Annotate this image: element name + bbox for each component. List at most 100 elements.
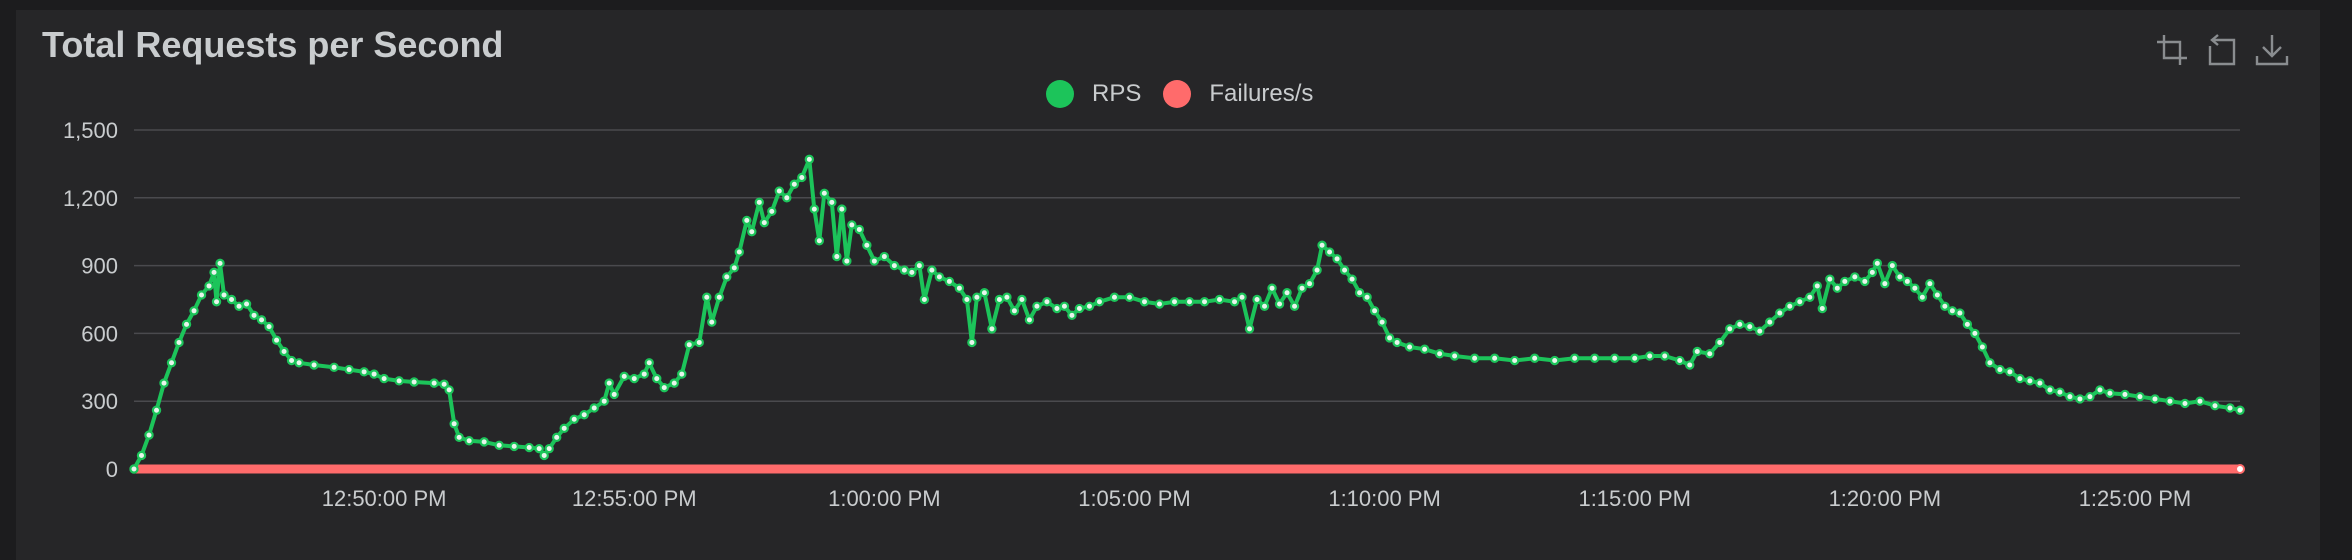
- rps-point: [987, 324, 997, 334]
- rps-point: [889, 260, 900, 271]
- rps-point: [552, 432, 562, 443]
- rps-point: [899, 265, 910, 275]
- rps-point: [1685, 360, 1695, 370]
- rps-point: [494, 440, 504, 450]
- rps-point: [1977, 342, 1988, 352]
- rps-point: [286, 355, 297, 366]
- rps-point: [1109, 292, 1120, 302]
- rps-point: [2120, 389, 2130, 400]
- rps-point: [1692, 346, 1702, 357]
- rps-point: [1705, 349, 1715, 359]
- rps-point: [714, 292, 724, 302]
- rps-point: [782, 193, 792, 203]
- rps-point: [429, 378, 439, 388]
- rps-point: [814, 236, 825, 246]
- rps-point: [2235, 405, 2245, 415]
- rps-point: [1985, 358, 1995, 368]
- rps-point: [842, 256, 852, 266]
- rps-point: [854, 224, 865, 235]
- rps-point: [136, 450, 147, 461]
- rps-point: [619, 371, 629, 382]
- rps-point: [2065, 391, 2075, 402]
- rps-point: [1962, 319, 1973, 330]
- rps-point: [181, 319, 192, 330]
- rps-point: [1032, 301, 1042, 311]
- rps-point: [174, 337, 184, 348]
- rps-point: [1392, 337, 1402, 348]
- rps-point: [1312, 265, 1322, 275]
- rps-point: [1785, 301, 1795, 311]
- rps-point: [544, 443, 554, 454]
- rps-point: [1755, 326, 1765, 336]
- rps-point: [1840, 276, 1850, 287]
- rps-point: [1274, 299, 1285, 309]
- y-tick-label: 900: [81, 254, 118, 279]
- rps-point: [1932, 290, 1943, 300]
- rps-point: [2150, 394, 2160, 404]
- rps-point: [1124, 292, 1135, 302]
- rps-point: [1917, 292, 1928, 302]
- rps-point: [1630, 353, 1640, 363]
- rps-point: [1354, 288, 1365, 298]
- rps-point: [1347, 274, 1357, 284]
- rps-point: [1902, 276, 1913, 287]
- rps-point: [2035, 378, 2045, 388]
- rps-point: [1549, 355, 1560, 366]
- rps-point: [797, 172, 807, 183]
- rps-point: [479, 437, 489, 447]
- rps-point: [1795, 297, 1805, 307]
- chart-panel: Total Requests per Second RPS Failures/s…: [16, 10, 2320, 560]
- rps-point: [1880, 278, 1890, 289]
- rps-point: [2210, 401, 2220, 411]
- rps-point: [1304, 278, 1315, 289]
- rps-point: [702, 292, 712, 302]
- rps-point: [444, 385, 454, 395]
- rps-point: [1184, 297, 1195, 307]
- rps-point: [2180, 398, 2190, 409]
- rps-point: [754, 197, 764, 208]
- rps-point: [862, 240, 872, 250]
- rps-point: [747, 226, 757, 237]
- failures-point: [2235, 464, 2245, 474]
- rps-point: [819, 188, 830, 198]
- rps-point: [639, 369, 649, 379]
- rps-point: [809, 204, 820, 214]
- rps-point: [256, 315, 267, 325]
- rps-point: [967, 337, 977, 348]
- rps-point: [1009, 306, 1020, 316]
- rps-point: [789, 179, 800, 189]
- rps-point: [1895, 272, 1905, 282]
- rps-point: [1404, 342, 1415, 352]
- rps-point: [994, 294, 1005, 305]
- rps-point: [2075, 394, 2085, 404]
- rps-point: [2005, 367, 2015, 377]
- rps-point: [1850, 272, 1860, 282]
- rps-point: [2165, 396, 2175, 406]
- rps-point: [914, 260, 925, 271]
- rps-point: [234, 301, 244, 311]
- rps-point: [579, 410, 589, 420]
- rps-point: [1817, 303, 1828, 314]
- rps-point: [209, 267, 219, 278]
- rps-point: [1910, 283, 1920, 293]
- rps-point: [1970, 328, 1980, 339]
- x-tick-label: 1:25:00 PM: [2079, 486, 2192, 511]
- rps-point: [869, 256, 880, 266]
- rps-point: [344, 364, 354, 375]
- rps-point: [944, 276, 955, 287]
- rps-point: [979, 288, 990, 298]
- rps-point: [1940, 301, 1950, 311]
- rps-point: [954, 283, 965, 293]
- y-tick-label: 0: [106, 457, 118, 482]
- rps-point: [2105, 388, 2115, 398]
- rps-point: [1317, 240, 1327, 250]
- rps-point: [1052, 303, 1062, 314]
- rps-point: [1812, 281, 1822, 291]
- rps-point: [1832, 283, 1843, 293]
- rps-point: [379, 373, 389, 384]
- rps-point: [215, 258, 225, 269]
- rps-point: [144, 430, 154, 440]
- x-tick-label: 1:10:00 PM: [1328, 486, 1441, 511]
- rps-point: [449, 419, 459, 429]
- rps-point: [1925, 278, 1935, 289]
